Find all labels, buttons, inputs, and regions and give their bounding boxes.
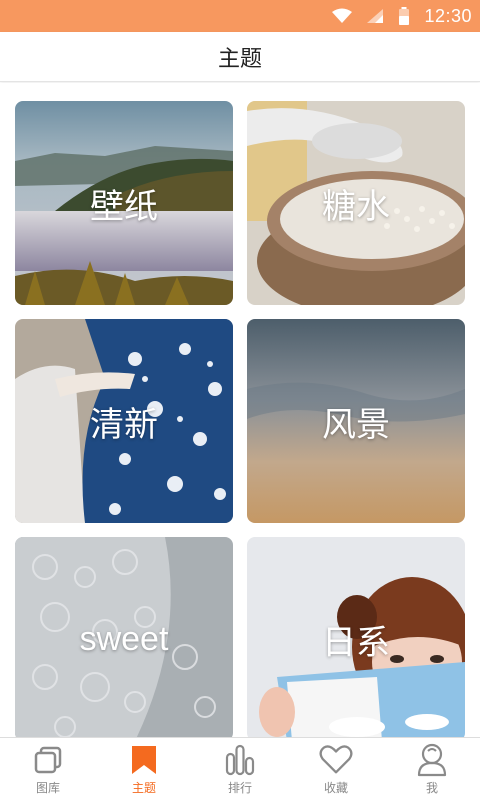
tab-label: 图库 — [35, 780, 60, 795]
theme-label: 壁纸 — [90, 186, 158, 227]
tab-favorites[interactable]: 收藏 — [296, 738, 376, 800]
profile-icon — [415, 743, 449, 777]
theme-card-fresh[interactable]: 清新 — [15, 319, 233, 523]
tab-label: 排行 — [227, 780, 252, 795]
tab-label: 收藏 — [323, 780, 348, 795]
theme-label: 清新 — [90, 404, 158, 445]
heart-icon — [319, 743, 353, 777]
theme-card-sweet[interactable]: sweet — [15, 537, 233, 737]
tab-label: 我 — [425, 780, 438, 795]
tab-ranking[interactable]: 排行 — [200, 738, 280, 800]
theme-grid: 壁纸 糖水 清新 风景 sweet 日系 — [15, 101, 465, 737]
wifi-icon — [332, 8, 353, 24]
cell-signal-icon — [366, 8, 384, 24]
theme-card-scenery[interactable]: 风景 — [247, 319, 465, 523]
page-title: 主题 — [217, 46, 262, 72]
theme-label: sweet — [79, 619, 169, 658]
title-bar: 主题 — [0, 32, 480, 82]
theme-list[interactable]: 壁纸 糖水 清新 风景 sweet 日系 — [0, 83, 480, 737]
theme-card-japanese-style[interactable]: 日系 — [247, 537, 465, 737]
battery-icon — [398, 7, 410, 25]
gallery-icon — [31, 743, 65, 777]
tab-label: 主题 — [131, 780, 156, 795]
theme-label: 日系 — [322, 622, 390, 663]
theme-card-sweet-soup[interactable]: 糖水 — [247, 101, 465, 305]
bookmark-icon — [127, 743, 161, 777]
tab-gallery[interactable]: 图库 — [8, 738, 88, 800]
theme-label: 糖水 — [322, 186, 390, 227]
status-bar: 12:30 — [0, 0, 480, 32]
theme-card-wallpaper[interactable]: 壁纸 — [15, 101, 233, 305]
theme-label: 风景 — [322, 404, 390, 445]
status-time: 12:30 — [424, 5, 472, 26]
bottom-tab-bar: 图库 主题 排行 收藏 我 — [0, 737, 480, 800]
tab-themes[interactable]: 主题 — [104, 738, 184, 800]
ranking-bars-icon — [223, 743, 257, 777]
tab-me[interactable]: 我 — [392, 738, 472, 800]
